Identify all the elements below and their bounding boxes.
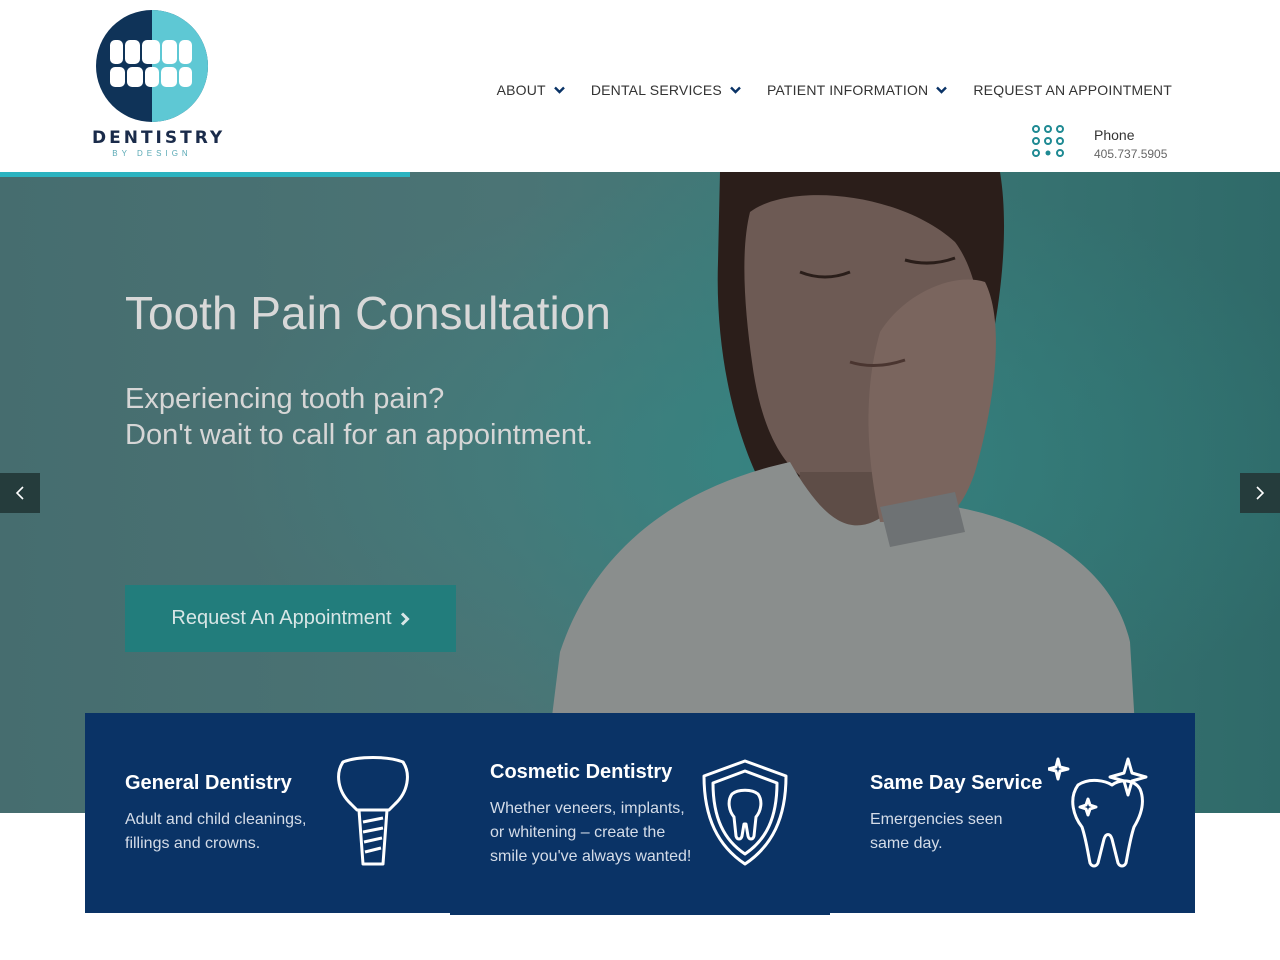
service-description: Adult and child cleanings, fillings and … [125, 808, 306, 856]
slider-progress-bar [0, 172, 410, 177]
service-card-general[interactable]: General Dentistry Adult and child cleani… [85, 713, 450, 913]
chevron-right-icon [400, 611, 410, 626]
nav-item-label: REQUEST AN APPOINTMENT [973, 82, 1172, 98]
service-description-line: Whether veneers, implants, [490, 800, 685, 817]
slider-next-button[interactable] [1240, 473, 1280, 513]
service-description-line: same day. [870, 835, 943, 852]
service-description-line: or whitening – create the [490, 824, 666, 841]
service-description: Emergencies seen same day. [870, 808, 1003, 856]
logo-tagline: BY DESIGN [112, 149, 192, 158]
main-nav: ABOUT DENTAL SERVICES PATIENT INFORMATIO… [497, 82, 1172, 98]
sparkling-tooth-icon [1048, 757, 1148, 868]
services-section: General Dentistry Adult and child cleani… [85, 713, 1195, 915]
nav-item-dental-services[interactable]: DENTAL SERVICES [591, 82, 741, 98]
site-header: DENTISTRY BY DESIGN ABOUT DENTAL SERVICE… [0, 0, 1280, 172]
nav-item-label: ABOUT [496, 82, 546, 98]
logo-wordmark: DENTISTRY [92, 128, 226, 148]
service-card-same-day[interactable]: Same Day Service Emergencies seen same d… [830, 713, 1195, 913]
service-title: Cosmetic Dentistry [490, 761, 673, 783]
hero-title: Tooth Pain Consultation [125, 287, 611, 339]
tooth-implant-icon [337, 756, 409, 866]
chevron-right-icon [1256, 486, 1265, 500]
request-appointment-button[interactable]: Request An Appointment [125, 585, 456, 652]
service-description: Whether veneers, implants, or whitening … [490, 797, 691, 869]
nav-item-patient-information[interactable]: PATIENT INFORMATION [766, 82, 948, 98]
tooth-shield-icon [702, 759, 788, 866]
phone-contact[interactable]: Phone 405.737.5905 [1030, 124, 1180, 164]
service-description-line: fillings and crowns. [125, 835, 261, 852]
service-description-line: smile you've always wanted! [490, 848, 692, 865]
service-card-cosmetic[interactable]: Cosmetic Dentistry Whether veneers, impl… [450, 713, 830, 913]
hero-subtitle-line-1: Experiencing tooth pain? [125, 383, 445, 415]
service-description-line: Adult and child cleanings, [125, 811, 307, 828]
nav-item-about[interactable]: ABOUT [497, 82, 565, 98]
nav-item-request-appointment[interactable]: REQUEST AN APPOINTMENT [973, 82, 1172, 98]
hero-subtitle-line-2: Don't wait to call for an appointment. [125, 419, 594, 451]
chevron-down-icon [936, 86, 948, 94]
slider-prev-button[interactable] [0, 473, 40, 513]
chevron-down-icon [553, 86, 565, 94]
chevron-left-icon [15, 486, 24, 500]
nav-item-label: PATIENT INFORMATION [766, 82, 929, 98]
service-title: Same Day Service [870, 772, 1043, 794]
phone-label: Phone [1094, 127, 1135, 143]
dialpad-icon [1032, 125, 1064, 157]
service-title: General Dentistry [125, 772, 292, 794]
service-description-line: Emergencies seen [870, 811, 1003, 828]
request-appointment-label: Request An Appointment [171, 607, 392, 629]
chevron-down-icon [730, 86, 741, 94]
phone-number[interactable]: 405.737.5905 [1094, 147, 1167, 161]
nav-item-label: DENTAL SERVICES [590, 82, 722, 98]
